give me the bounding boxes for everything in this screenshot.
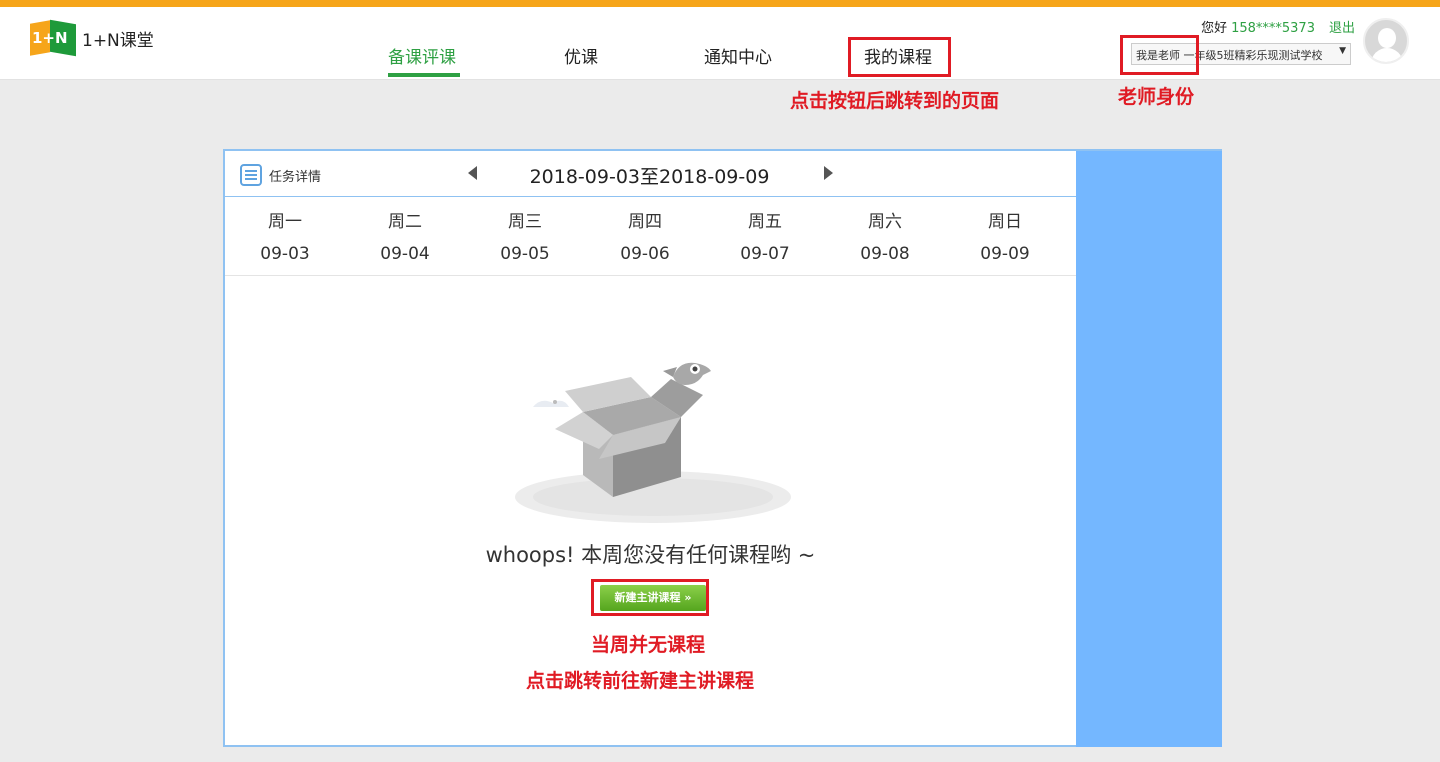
- annotation-empty-note-2: 点击跳转前往新建主讲课程: [526, 670, 755, 692]
- prev-week-icon[interactable]: [468, 166, 477, 180]
- day-date: 09-04: [380, 244, 430, 264]
- schedule-panel: 任务详情 2018-09-03至2018-09-09 周一 09-03 周二 09-…: [223, 149, 1222, 747]
- empty-box-illustration: [515, 362, 791, 523]
- week-header: 任务详情 2018-09-03至2018-09-09: [225, 151, 1076, 197]
- week-range: 2018-09-03至2018-09-09: [225, 162, 1076, 189]
- annotation-empty-note-1: 当周并无课程: [591, 634, 706, 656]
- day-column[interactable]: 周二 09-04: [345, 197, 465, 275]
- nav-item-prepare-review[interactable]: 备课评课: [388, 43, 456, 68]
- avatar[interactable]: [1363, 18, 1409, 64]
- day-column[interactable]: 周四 09-06: [585, 197, 705, 275]
- day-date: 09-03: [260, 244, 310, 264]
- day-name: 周日: [988, 212, 1022, 232]
- greeting: 您好: [1201, 21, 1228, 36]
- day-name: 周五: [748, 212, 782, 232]
- day-name: 周一: [268, 212, 302, 232]
- day-date: 09-07: [740, 244, 790, 264]
- weekday-row: 周一 09-03 周二 09-04 周三 09-05 周四 09-06 周五 09-07 …: [225, 197, 1076, 276]
- day-date: 09-08: [860, 244, 910, 264]
- logout-link[interactable]: 退出: [1329, 21, 1355, 36]
- day-column[interactable]: 周日 09-09: [945, 197, 1065, 275]
- nav-active-underline: [388, 73, 460, 77]
- day-date: 09-09: [980, 244, 1030, 264]
- day-name: 周四: [628, 212, 662, 232]
- empty-message: whoops! 本周您没有任何课程哟 ~: [485, 543, 816, 567]
- chevron-down-icon: ▼: [1339, 46, 1346, 56]
- day-column[interactable]: 周六 09-08: [825, 197, 945, 275]
- user-info: 您好 158****5373 退出: [1201, 17, 1355, 36]
- day-name: 周六: [868, 212, 902, 232]
- day-column[interactable]: 周五 09-07: [705, 197, 825, 275]
- nav-item-excellent-courses[interactable]: 优课: [564, 43, 598, 68]
- highlight-my-courses: [848, 37, 951, 77]
- day-column[interactable]: 周三 09-05: [465, 197, 585, 275]
- annotation-identity-note: 老师身份: [1118, 86, 1195, 108]
- day-column[interactable]: 周一 09-03: [225, 197, 345, 275]
- nav-item-notification-center[interactable]: 通知中心: [704, 43, 772, 68]
- day-date: 09-06: [620, 244, 670, 264]
- annotation-nav-note: 点击按钮后跳转到的页面: [790, 90, 1000, 112]
- highlight-identity: [1120, 35, 1199, 75]
- day-date: 09-05: [500, 244, 550, 264]
- side-blue-panel: [1076, 151, 1222, 747]
- user-phone: 158****5373: [1231, 21, 1315, 36]
- day-name: 周三: [508, 212, 542, 232]
- top-accent-bar: [0, 0, 1440, 7]
- highlight-create-button: [591, 579, 709, 616]
- day-name: 周二: [388, 212, 422, 232]
- week-range-text: 2018-09-03至2018-09-09: [529, 166, 770, 188]
- next-week-icon[interactable]: [824, 166, 833, 180]
